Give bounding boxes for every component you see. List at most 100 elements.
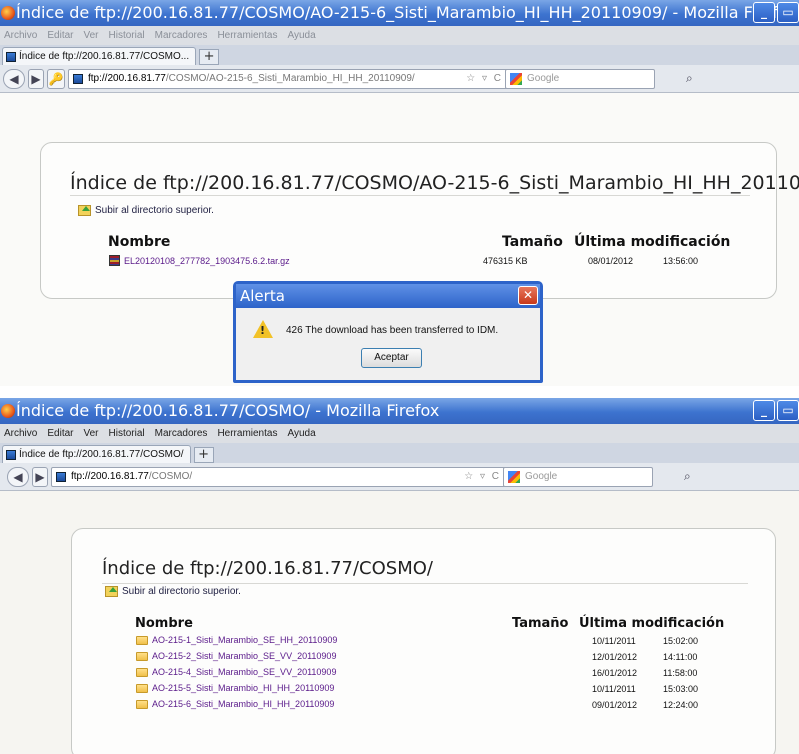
address-bar[interactable]: ftp://200.16.81.77/COSMO/AO-215-6_Sisti_… [68,68,508,89]
folder-date: 12/01/2012 [592,652,638,662]
folder-date: 09/01/2012 [592,700,638,710]
file-size: 476315 KB [483,256,528,266]
menu-historial[interactable]: Historial [109,30,145,41]
bookmark-star-icon[interactable]: ☆ ▿ C [464,471,501,482]
url-path: /COSMO/ [148,471,193,482]
folder-icon [136,651,148,661]
menu-bar: Archivo Editar Ver Historial Marcadores … [0,26,799,45]
column-header-name[interactable]: Nombre [108,234,170,250]
google-icon [508,470,520,483]
folder-link[interactable]: AO-215-4_Sisti_Marambio_SE_VV_20110909 [136,667,336,677]
folder-date: 16/01/2012 [592,668,638,678]
menu-editar[interactable]: Editar [47,428,73,439]
minimize-icon[interactable]: _ [753,400,775,421]
back-arrow-icon[interactable]: ◀ [7,466,29,487]
tab-label: Índice de ftp://200.16.81.77/COSMO... [19,51,190,62]
folder-name: AO-215-6_Sisti_Marambio_HI_HH_20110909 [152,699,335,709]
tab-current[interactable]: Índice de ftp://200.16.81.77/COSMO/ [2,445,191,463]
tab-current[interactable]: Índice de ftp://200.16.81.77/COSMO... [2,47,197,65]
menu-ver[interactable]: Ver [83,428,98,439]
up-link-label: Subir al directorio superior. [122,586,241,597]
menu-historial[interactable]: Historial [109,428,145,439]
parent-directory-icon [105,586,118,597]
column-header-size[interactable]: Tamaño [512,616,568,631]
alert-message: 426 The download has been transferred to… [286,325,499,336]
forward-arrow-icon[interactable]: ▶ [32,466,48,487]
menu-herramientas[interactable]: Herramientas [217,428,277,439]
menu-ayuda[interactable]: Ayuda [287,428,315,439]
minimize-icon[interactable]: _ [753,2,775,23]
folder-link[interactable]: AO-215-2_Sisti_Marambio_SE_VV_20110909 [136,651,336,661]
file-date: 08/01/2012 [588,256,634,266]
search-icon[interactable]: ⌕ [684,469,691,484]
url-host: ftp://200.16.81.77 [88,73,166,84]
menu-archivo[interactable]: Archivo [4,428,37,439]
menu-ver[interactable]: Ver [83,30,98,41]
search-placeholder: Google [527,73,560,84]
navigation-toolbar: ◀ ▶ 🔑 ftp://200.16.81.77/COSMO/AO-215-6_… [0,65,799,93]
maximize-icon[interactable]: ▭ [777,400,799,421]
archive-file-icon [109,255,120,266]
folder-icon [136,667,148,677]
search-box[interactable]: Google [503,466,653,487]
up-link-label: Subir al directorio superior. [95,205,214,216]
file-name: EL20120108_277782_1903475.6.2.tar.gz [124,255,290,266]
tab-strip: Índice de ftp://200.16.81.77/COSMO... + [0,45,799,65]
folder-link[interactable]: AO-215-1_Sisti_Marambio_SE_HH_20110909 [136,635,337,645]
file-time: 13:56:00 [663,256,699,266]
folder-icon [136,635,148,645]
page-title: Índice de ftp://200.16.81.77/COSMO/ [102,558,748,584]
folder-name: AO-215-2_Sisti_Marambio_SE_VV_20110909 [152,651,337,661]
google-icon [510,72,522,85]
window-controls: _ ▭ [753,400,799,421]
site-identity-icon[interactable]: 🔑 [47,68,65,89]
bookmark-star-icon[interactable]: ☆ ▿ C [466,73,503,84]
back-arrow-icon[interactable]: ◀ [3,68,25,89]
folder-date: 10/11/2011 [592,684,636,694]
page-favicon-icon [56,471,66,482]
accept-button[interactable]: Aceptar [361,348,422,368]
menu-ayuda[interactable]: Ayuda [287,30,315,41]
tab-label: Índice de ftp://200.16.81.77/COSMO/ [19,449,184,460]
folder-time: 15:03:00 [663,684,699,694]
menu-marcadores[interactable]: Marcadores [155,428,208,439]
menu-marcadores[interactable]: Marcadores [155,30,208,41]
column-header-name[interactable]: Nombre [135,616,193,631]
file-link[interactable]: EL20120108_277782_1903475.6.2.tar.gz [109,255,290,266]
folder-name: AO-215-5_Sisti_Marambio_HI_HH_20110909 [152,683,335,693]
new-tab-button[interactable]: + [193,447,214,463]
folder-icon [136,683,148,693]
forward-arrow-icon[interactable]: ▶ [28,68,44,89]
column-header-size[interactable]: Tamaño [502,234,563,250]
folder-time: 14:11:00 [663,652,698,662]
close-icon[interactable]: ✕ [518,286,538,305]
folder-time: 11:58:00 [663,668,698,678]
search-placeholder: Google [525,471,558,482]
firefox-logo-icon [1,404,15,418]
column-header-modified[interactable]: Última modificación [579,616,724,631]
parent-directory-link[interactable]: Subir al directorio superior. [78,205,214,216]
menu-editar[interactable]: Editar [47,30,73,41]
maximize-icon[interactable]: ▭ [777,2,799,23]
folder-link[interactable]: AO-215-6_Sisti_Marambio_HI_HH_20110909 [136,699,334,709]
search-box[interactable]: Google [505,68,655,89]
url-host: ftp://200.16.81.77 [71,471,149,482]
alert-dialog: Alerta ✕ ! 426 The download has been tra… [233,281,543,383]
alert-dialog-titlebar: Alerta ✕ [236,284,540,308]
screenshot-directory-listing: Índice de ftp://200.16.81.77/COSMO/ - Mo… [0,398,799,754]
search-icon[interactable]: ⌕ [686,71,693,86]
address-bar[interactable]: ftp://200.16.81.77/COSMO/ ☆ ▿ C [51,466,506,487]
folder-date: 10/11/2011 [592,636,636,646]
directory-listing-card [40,142,777,299]
url-path: /COSMO/AO-215-6_Sisti_Marambio_HI_HH_201… [165,73,415,84]
menu-archivo[interactable]: Archivo [4,30,37,41]
page-favicon-icon [6,449,16,460]
parent-directory-icon [78,205,91,216]
parent-directory-link[interactable]: Subir al directorio superior. [105,586,241,597]
navigation-toolbar: ◀ ▶ ftp://200.16.81.77/COSMO/ ☆ ▿ C Goog… [0,463,799,491]
folder-link[interactable]: AO-215-5_Sisti_Marambio_HI_HH_20110909 [136,683,334,693]
new-tab-button[interactable]: + [199,49,220,65]
folder-time: 15:02:00 [663,636,699,646]
menu-herramientas[interactable]: Herramientas [217,30,277,41]
column-header-modified[interactable]: Última modificación [574,234,730,250]
